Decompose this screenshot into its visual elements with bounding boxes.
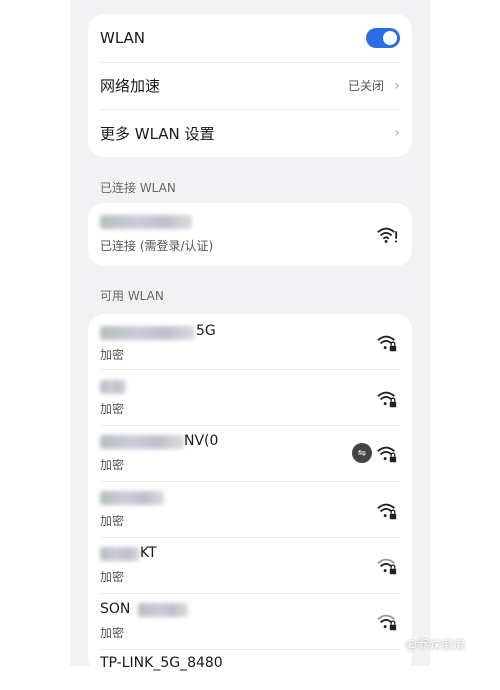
available-networks-card: 5G 加密 加密 NV(0 加密 ⇋ 加密 KT 加密 SON 加密 TP-LI… — [88, 314, 412, 674]
chevron-right-icon: › — [394, 125, 400, 141]
network-name-redacted — [100, 491, 164, 505]
network-name-redacted — [100, 215, 192, 229]
network-item[interactable]: 5G 加密 — [88, 314, 412, 369]
wifi-lock-icon — [377, 614, 397, 631]
network-item[interactable]: 加密 — [88, 370, 412, 425]
security-label: 加密 — [100, 514, 125, 528]
chevron-right-icon: › — [394, 77, 400, 94]
watermark: @乔妹懒懒 — [405, 638, 466, 652]
network-item[interactable]: NV(0 加密 ⇋ — [88, 426, 412, 481]
security-label: 加密 — [100, 626, 125, 640]
network-item[interactable]: KT 加密 — [88, 538, 412, 593]
network-name-fragment: NV(0 — [184, 433, 219, 449]
security-label: 加密 — [100, 458, 125, 472]
network-name-redacted — [100, 326, 195, 340]
wlan-settings-card: WLAN 网络加速 已关闭 › 更多 WLAN 设置 › — [88, 14, 412, 157]
network-boost-label: 网络加速 — [100, 77, 161, 95]
wifi-lock-icon — [377, 335, 397, 352]
wifi-lock-icon — [377, 391, 397, 408]
security-label: 加密 — [100, 402, 125, 416]
network-name: TP-LINK_5G_8480 — [100, 655, 223, 671]
connected-wlan-title: 已连接 WLAN — [100, 181, 176, 195]
more-wlan-settings-row[interactable]: 更多 WLAN 设置 › — [88, 109, 412, 157]
wlan-toggle[interactable] — [366, 28, 400, 48]
security-label: 加密 — [100, 570, 125, 584]
more-wlan-settings-label: 更多 WLAN 设置 — [100, 124, 215, 143]
network-name-fragment: 5G — [196, 323, 216, 339]
network-item[interactable]: 加密 — [88, 482, 412, 537]
network-name-redacted — [100, 380, 126, 394]
network-item[interactable]: SON 加密 — [88, 594, 412, 649]
toggle-knob — [383, 31, 397, 45]
security-label: 加密 — [100, 348, 125, 362]
network-name-redacted — [100, 547, 140, 561]
network-item[interactable]: TP-LINK_5G_8480 — [88, 650, 412, 690]
wlan-label: WLAN — [100, 29, 146, 47]
wifi-lock-icon — [377, 558, 397, 575]
hotspot-icon: ⇋ — [352, 443, 372, 463]
connection-status: 已连接 (需登录/认证) — [100, 239, 214, 253]
network-name-fragment: KT — [140, 545, 157, 561]
network-boost-value: 已关闭 — [347, 79, 384, 93]
network-boost-row[interactable]: 网络加速 已关闭 › — [88, 62, 412, 109]
wlan-toggle-row[interactable]: WLAN — [88, 14, 412, 62]
wifi-lock-icon — [377, 446, 397, 463]
settings-screen: WLAN 网络加速 已关闭 › 更多 WLAN 设置 › 已连接 WLAN 已连… — [70, 0, 430, 674]
network-name-redacted — [138, 603, 188, 617]
network-name-fragment: SON — [100, 601, 131, 617]
network-name-redacted — [100, 435, 184, 449]
available-wlan-title: 可用 WLAN — [100, 289, 164, 303]
wifi-alert-icon — [377, 227, 398, 243]
wifi-lock-icon — [377, 503, 397, 520]
connected-network-item[interactable]: 已连接 (需登录/认证) — [88, 203, 412, 266]
